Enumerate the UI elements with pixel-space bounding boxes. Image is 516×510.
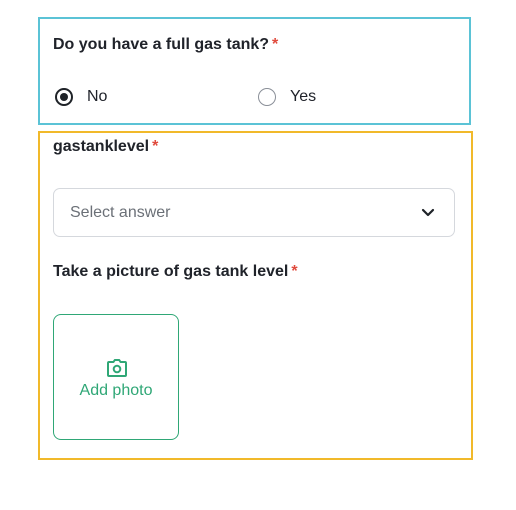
radio-option-no[interactable]: No bbox=[55, 88, 107, 106]
photo-question-text: Take a picture of gas tank level bbox=[53, 263, 289, 280]
form-canvas: Do you have a full gas tank? * No Yes gas… bbox=[0, 0, 516, 510]
radio-checked-icon[interactable] bbox=[55, 88, 73, 106]
radio-unchecked-icon[interactable] bbox=[258, 88, 276, 106]
required-asterisk: * bbox=[152, 138, 159, 155]
gastanklevel-label-text: gastanklevel bbox=[53, 138, 150, 155]
add-photo-label: Add photo bbox=[79, 382, 153, 399]
gastanklevel-select[interactable]: Select answer bbox=[53, 188, 455, 237]
add-photo-button[interactable]: Add photo bbox=[53, 314, 179, 440]
required-asterisk: * bbox=[291, 263, 298, 280]
radio-option-yes-label: Yes bbox=[290, 88, 317, 105]
radio-option-yes[interactable]: Yes bbox=[258, 88, 316, 106]
required-asterisk: * bbox=[272, 36, 279, 53]
radio-option-no-label: No bbox=[87, 88, 108, 105]
full-gas-tank-question-text: Do you have a full gas tank? bbox=[53, 36, 270, 53]
photo-question-label: Take a picture of gas tank level * bbox=[53, 263, 298, 281]
full-gas-tank-question-label: Do you have a full gas tank? * bbox=[53, 36, 278, 54]
gastanklevel-label: gastanklevel * bbox=[53, 138, 158, 156]
chevron-down-icon[interactable] bbox=[421, 208, 435, 218]
question-highlight-box bbox=[38, 17, 471, 125]
camera-icon bbox=[107, 359, 127, 377]
select-placeholder: Select answer bbox=[70, 204, 171, 221]
